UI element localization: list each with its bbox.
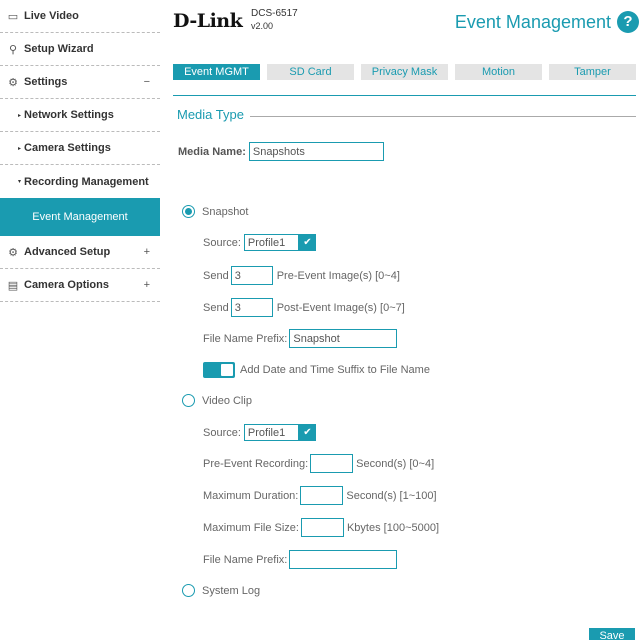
max-duration-row: Maximum Duration: Second(s) [1~100]	[203, 486, 437, 505]
sidebar-item-camera-settings[interactable]: ▸ Camera Settings	[0, 132, 160, 165]
clip-source-select-value[interactable]: Profile1	[243, 424, 299, 441]
system-log-option[interactable]: System Log	[182, 584, 260, 597]
clip-prefix-label: File Name Prefix:	[203, 553, 288, 566]
tab-motion[interactable]: Motion	[455, 64, 542, 80]
model-info: DCS-6517 v2.00	[251, 8, 298, 32]
suffix-row: Add Date and Time Suffix to File Name	[203, 362, 430, 378]
sidebar-item-network-settings[interactable]: ▸ Network Settings	[0, 99, 160, 132]
divider	[173, 95, 636, 96]
list-icon: ▤	[7, 279, 19, 292]
pre-event-recording-unit: Second(s) [0~4]	[356, 457, 435, 470]
pre-event-recording-input[interactable]	[310, 454, 354, 473]
video-icon: ▭	[7, 10, 19, 23]
page-title: Event Management	[454, 12, 611, 32]
tab-bar: Event MGMT SD Card Privacy Mask Motion T…	[173, 64, 636, 80]
clip-source-row: Source: Profile1 ✔	[203, 424, 316, 441]
max-duration-label: Maximum Duration:	[203, 489, 299, 502]
media-name-row: Media Name:	[178, 142, 384, 161]
dlink-logo: D-Link	[173, 10, 243, 32]
prefix-input[interactable]	[289, 329, 398, 348]
expand-icon[interactable]: +	[144, 246, 150, 258]
prefix-label: File Name Prefix:	[203, 332, 288, 345]
sidebar-item-setup-wizard[interactable]: ⚲ Setup Wizard	[0, 33, 160, 66]
video-clip-option[interactable]: Video Clip	[182, 394, 252, 407]
sidebar-item-label: Event Management	[32, 211, 128, 223]
max-file-size-input[interactable]	[300, 518, 344, 537]
video-clip-radio[interactable]	[182, 394, 195, 407]
max-file-size-unit: Kbytes [100~5000]	[346, 521, 440, 534]
send-label: Send	[203, 301, 229, 314]
sidebar-item-live-video[interactable]: ▭ Live Video	[0, 0, 160, 33]
collapse-icon[interactable]: −	[144, 76, 150, 88]
caret-right-icon: ▸	[18, 145, 22, 152]
snapshot-option[interactable]: Snapshot	[182, 205, 248, 218]
sidebar: ▭ Live Video ⚲ Setup Wizard ⚙ Settings −…	[0, 0, 160, 302]
source-label: Source:	[203, 236, 241, 249]
pre-event-count-input[interactable]	[230, 266, 273, 285]
snapshot-label: Snapshot	[202, 205, 249, 218]
suffix-label: Add Date and Time Suffix to File Name	[240, 364, 430, 376]
sidebar-item-label: Setup Wizard	[24, 43, 94, 55]
pre-event-label: Pre-Event Image(s) [0~4]	[276, 269, 400, 282]
sidebar-item-label: Settings	[24, 76, 68, 88]
help-icon[interactable]: ?	[617, 11, 639, 33]
max-file-size-row: Maximum File Size: Kbytes [100~5000]	[203, 518, 439, 537]
tab-tamper[interactable]: Tamper	[549, 64, 636, 80]
sidebar-item-settings[interactable]: ⚙ Settings −	[0, 66, 160, 99]
sidebar-item-label: Camera Options	[24, 279, 109, 291]
max-duration-input[interactable]	[300, 486, 344, 505]
max-duration-unit: Second(s) [1~100]	[346, 489, 437, 502]
wand-icon: ⚲	[8, 43, 18, 56]
sidebar-item-label: Advanced Setup	[24, 246, 111, 258]
tab-privacy-mask[interactable]: Privacy Mask	[361, 64, 448, 80]
caret-down-icon: ▾	[18, 179, 22, 185]
post-event-count-input[interactable]	[230, 298, 273, 317]
sidebar-item-label: Live Video	[24, 10, 79, 22]
media-name-input[interactable]	[248, 142, 384, 161]
sidebar-item-label: Network Settings	[24, 109, 114, 121]
video-clip-label: Video Clip	[202, 394, 252, 407]
gear-icon: ⚙	[8, 76, 18, 89]
pre-event-recording-row: Pre-Event Recording: Second(s) [0~4]	[203, 454, 434, 473]
firmware-version: v2.00	[251, 21, 274, 31]
system-log-radio[interactable]	[182, 584, 195, 597]
post-event-label: Post-Event Image(s) [0~7]	[276, 301, 405, 314]
prefix-row: File Name Prefix:	[203, 329, 398, 348]
sidebar-item-label: Camera Settings	[24, 142, 111, 154]
suffix-toggle[interactable]	[203, 362, 235, 378]
tab-event-mgmt[interactable]: Event MGMT	[173, 64, 260, 80]
save-button[interactable]: Save	[589, 628, 635, 640]
source-label: Source:	[203, 426, 241, 439]
clip-source-select[interactable]: Profile1 ✔	[243, 424, 316, 441]
source-select[interactable]: Profile1 ✔	[243, 234, 316, 251]
tab-sd-card[interactable]: SD Card	[267, 64, 354, 80]
chevron-down-icon[interactable]: ✔	[298, 234, 316, 251]
chevron-down-icon[interactable]: ✔	[298, 424, 316, 441]
post-event-row: Send Post-Event Image(s) [0~7]	[203, 298, 405, 317]
sidebar-item-camera-options[interactable]: ▤ Camera Options +	[0, 269, 160, 302]
sidebar-item-label: Recording Management	[24, 175, 149, 188]
max-file-size-label: Maximum File Size:	[203, 521, 299, 534]
advanced-icon: ⚙	[8, 246, 18, 259]
clip-prefix-input[interactable]	[289, 550, 398, 569]
caret-right-icon: ▸	[18, 112, 22, 119]
model-name: DCS-6517	[251, 8, 298, 19]
send-label: Send	[203, 269, 229, 282]
snapshot-radio[interactable]	[182, 205, 195, 218]
clip-prefix-row: File Name Prefix:	[203, 550, 398, 569]
expand-icon[interactable]: +	[144, 279, 150, 291]
media-name-label: Media Name:	[178, 145, 246, 158]
divider	[250, 116, 636, 117]
system-log-label: System Log	[202, 584, 261, 597]
pre-event-row: Send Pre-Event Image(s) [0~4]	[203, 266, 400, 285]
snapshot-source-row: Source: Profile1 ✔	[203, 234, 316, 251]
sidebar-item-recording-management[interactable]: ▾ Recording Management	[0, 165, 160, 198]
sidebar-item-event-management[interactable]: Event Management	[0, 198, 160, 236]
source-select-value[interactable]: Profile1	[243, 234, 299, 251]
pre-event-recording-label: Pre-Event Recording:	[203, 457, 309, 470]
sidebar-item-advanced-setup[interactable]: ⚙ Advanced Setup +	[0, 236, 160, 269]
section-title: Media Type	[177, 107, 248, 122]
